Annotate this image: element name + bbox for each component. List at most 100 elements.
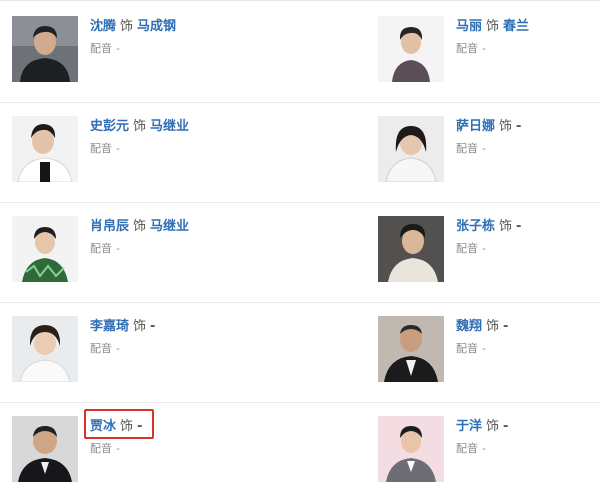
cast-name-line: 张子栋饰 - xyxy=(456,218,521,236)
cast-card-weixiang[interactable]: 魏翔饰 - 配音 - xyxy=(378,316,600,386)
as-label: 饰 xyxy=(486,19,500,34)
cast-name-line: 萨日娜饰 - xyxy=(456,118,521,136)
actor-name-link[interactable]: 沈腾 xyxy=(90,19,116,34)
actor-photo[interactable] xyxy=(378,416,444,482)
cast-name-line: 马丽饰春兰 xyxy=(456,18,529,36)
role-name: - xyxy=(503,419,509,434)
actor-photo-icon xyxy=(378,116,444,182)
voice-value: - xyxy=(482,442,486,455)
voice-value: - xyxy=(482,42,486,55)
role-name: - xyxy=(516,119,522,134)
voice-value: - xyxy=(482,342,486,355)
actor-photo[interactable] xyxy=(12,316,78,382)
voice-value: - xyxy=(116,342,120,355)
role-name: - xyxy=(516,219,522,234)
cast-name-line: 史彭元饰马继业 xyxy=(90,118,189,136)
actor-photo[interactable] xyxy=(12,416,78,482)
cast-name-line: 魏翔饰 - xyxy=(456,318,508,336)
actor-photo-icon xyxy=(378,216,444,282)
actor-photo-icon xyxy=(378,416,444,482)
voice-label: 配音 xyxy=(456,242,478,255)
actor-name-link[interactable]: 肖帛辰 xyxy=(90,219,129,234)
voice-value: - xyxy=(116,442,120,455)
actor-photo[interactable] xyxy=(378,16,444,82)
voice-label: 配音 xyxy=(90,42,112,55)
actor-photo-icon xyxy=(12,116,78,182)
voice-line: 配音 - xyxy=(456,42,486,56)
voice-line: 配音 - xyxy=(90,342,120,356)
cast-name-line: 李嘉琦饰 - xyxy=(90,318,155,336)
voice-label: 配音 xyxy=(456,42,478,55)
voice-line: 配音 - xyxy=(90,42,120,56)
role-name-link[interactable]: 马成钢 xyxy=(137,19,176,34)
actor-name-link[interactable]: 李嘉琦 xyxy=(90,319,129,334)
actor-photo[interactable] xyxy=(378,116,444,182)
voice-label: 配音 xyxy=(90,142,112,155)
role-name: - xyxy=(503,319,509,334)
role-name-link[interactable]: 马继业 xyxy=(150,119,189,134)
as-label: 饰 xyxy=(133,119,147,134)
voice-value: - xyxy=(482,142,486,155)
top-divider xyxy=(0,0,600,1)
row-divider xyxy=(0,102,600,103)
actor-photo[interactable] xyxy=(12,16,78,82)
role-name-link[interactable]: 春兰 xyxy=(503,19,529,34)
voice-label: 配音 xyxy=(456,342,478,355)
actor-photo-icon xyxy=(12,416,78,482)
cast-card-shipengyuan[interactable]: 史彭元饰马继业 配音 - xyxy=(12,116,272,186)
voice-label: 配音 xyxy=(456,142,478,155)
highlight-annotation-box xyxy=(84,409,154,439)
row-divider xyxy=(0,302,600,303)
as-label: 饰 xyxy=(486,319,500,334)
as-label: 饰 xyxy=(499,119,513,134)
actor-name-link[interactable]: 魏翔 xyxy=(456,319,482,334)
actor-photo-icon xyxy=(378,316,444,382)
cast-name-line: 肖帛辰饰马继业 xyxy=(90,218,189,236)
cast-card-xiaoboshen[interactable]: 肖帛辰饰马继业 配音 - xyxy=(12,216,272,286)
as-label: 饰 xyxy=(499,219,513,234)
as-label: 饰 xyxy=(133,219,147,234)
actor-name-link[interactable]: 张子栋 xyxy=(456,219,495,234)
actor-photo-icon xyxy=(378,16,444,82)
actor-name-link[interactable]: 萨日娜 xyxy=(456,119,495,134)
voice-value: - xyxy=(116,242,120,255)
cast-card-mali[interactable]: 马丽饰春兰 配音 - xyxy=(378,16,600,86)
as-label: 饰 xyxy=(486,419,500,434)
actor-photo[interactable] xyxy=(12,216,78,282)
actor-photo-icon xyxy=(12,216,78,282)
voice-line: 配音 - xyxy=(456,342,486,356)
cast-card-zhangzidong[interactable]: 张子栋饰 - 配音 - xyxy=(378,216,600,286)
actor-photo-icon xyxy=(12,16,78,82)
voice-line: 配音 - xyxy=(90,242,120,256)
actor-photo[interactable] xyxy=(378,316,444,382)
voice-label: 配音 xyxy=(90,242,112,255)
role-name: - xyxy=(150,319,156,334)
voice-value: - xyxy=(116,142,120,155)
voice-label: 配音 xyxy=(90,342,112,355)
actor-photo[interactable] xyxy=(378,216,444,282)
voice-value: - xyxy=(482,242,486,255)
voice-value: - xyxy=(116,42,120,55)
cast-name-line: 于洋饰 - xyxy=(456,418,508,436)
row-divider xyxy=(0,402,600,403)
cast-card-sarina[interactable]: 萨日娜饰 - 配音 - xyxy=(378,116,600,186)
actor-name-link[interactable]: 于洋 xyxy=(456,419,482,434)
voice-line: 配音 - xyxy=(456,442,486,456)
row-divider xyxy=(0,202,600,203)
role-name-link[interactable]: 马继业 xyxy=(150,219,189,234)
actor-photo[interactable] xyxy=(12,116,78,182)
voice-line: 配音 - xyxy=(90,142,120,156)
voice-label: 配音 xyxy=(456,442,478,455)
as-label: 饰 xyxy=(133,319,147,334)
cast-card-yuyang[interactable]: 于洋饰 - 配音 - xyxy=(378,416,600,486)
voice-label: 配音 xyxy=(90,442,112,455)
voice-line: 配音 - xyxy=(456,142,486,156)
cast-card-shenteng[interactable]: 沈腾饰马成钢 配音 - xyxy=(12,16,272,86)
voice-line: 配音 - xyxy=(90,442,120,456)
cast-name-line: 沈腾饰马成钢 xyxy=(90,18,176,36)
voice-line: 配音 - xyxy=(456,242,486,256)
as-label: 饰 xyxy=(120,19,134,34)
actor-name-link[interactable]: 马丽 xyxy=(456,19,482,34)
actor-name-link[interactable]: 史彭元 xyxy=(90,119,129,134)
cast-card-lijiaqi[interactable]: 李嘉琦饰 - 配音 - xyxy=(12,316,272,386)
